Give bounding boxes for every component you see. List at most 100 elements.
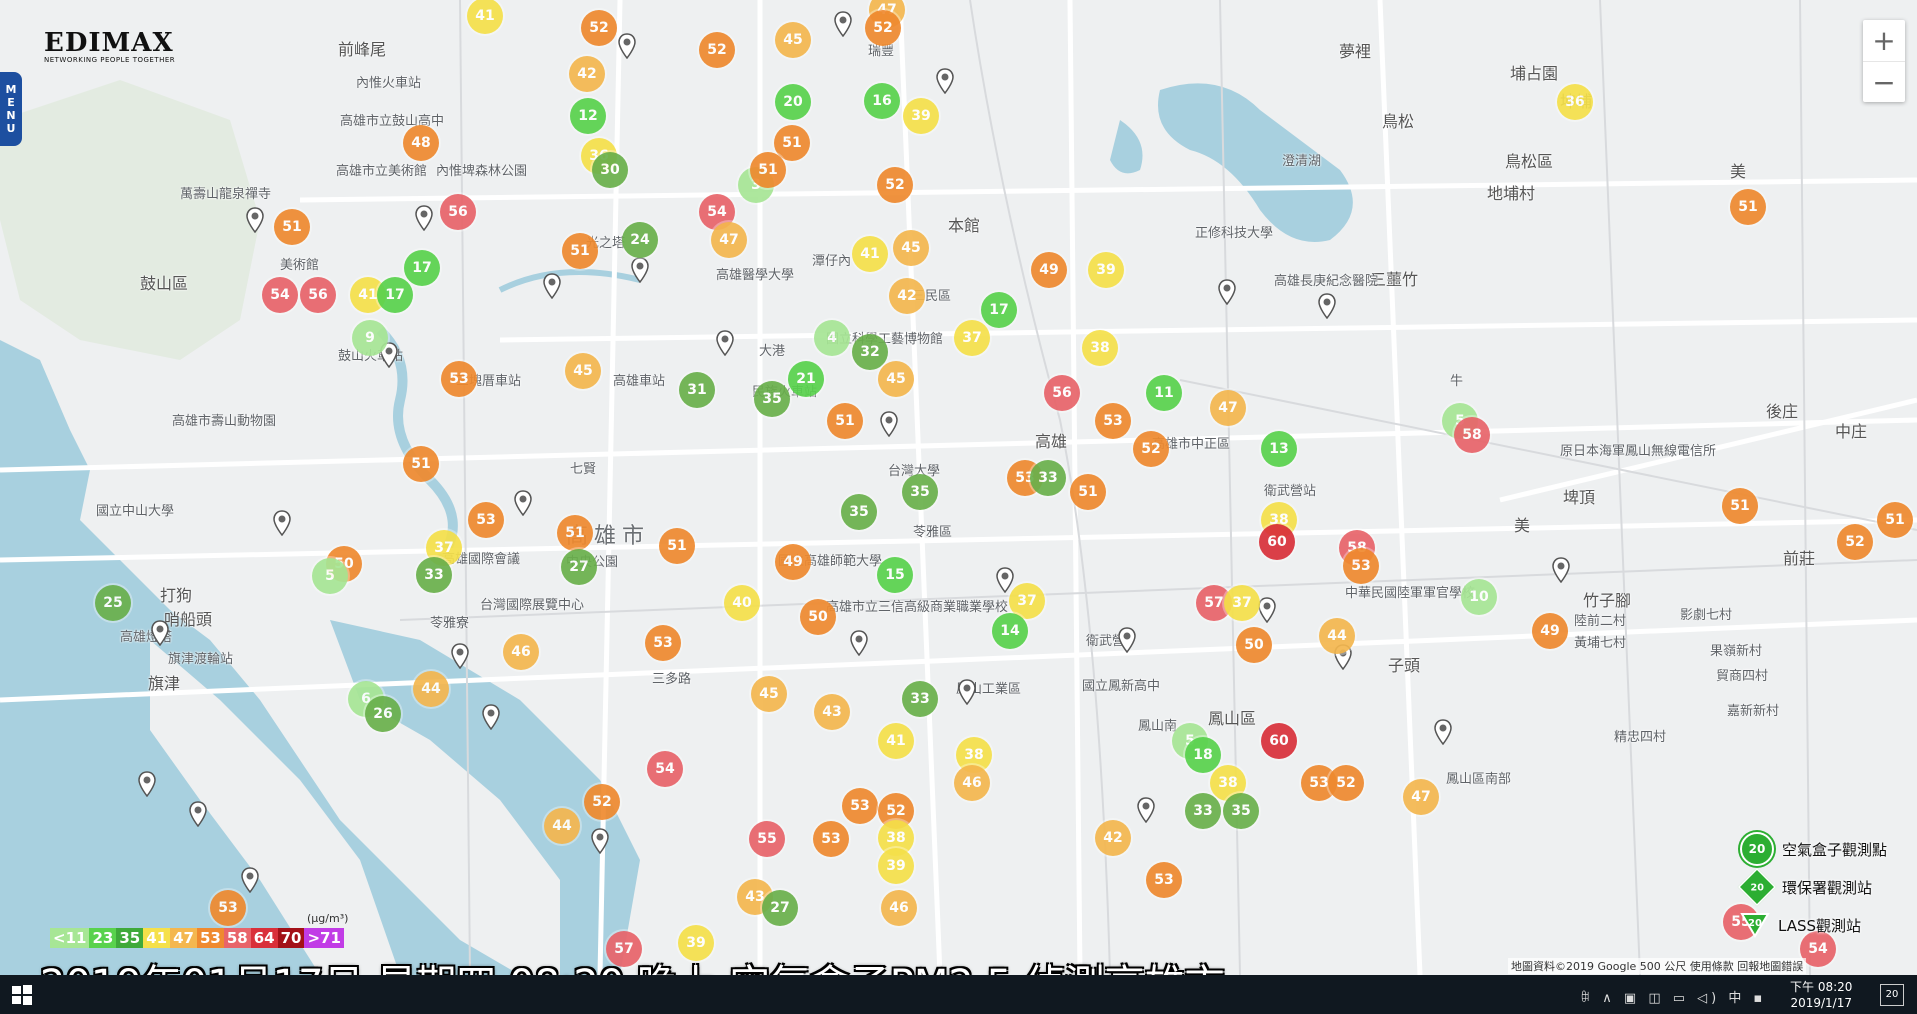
pm25-marker[interactable]: 33 — [1030, 460, 1066, 496]
pm25-marker[interactable]: 45 — [878, 361, 914, 397]
lass-pin-icon[interactable] — [241, 867, 259, 894]
pm25-marker[interactable]: 35 — [1223, 793, 1259, 829]
pm25-marker[interactable]: 42 — [1095, 820, 1131, 856]
pm25-marker[interactable]: 47 — [1210, 390, 1246, 426]
lass-pin-icon[interactable] — [543, 273, 561, 300]
pm25-marker[interactable]: 52 — [1837, 524, 1873, 560]
pm25-marker[interactable]: 45 — [775, 22, 811, 58]
pm25-marker[interactable]: 53 — [1146, 862, 1182, 898]
lass-pin-icon[interactable] — [514, 490, 532, 517]
pm25-marker[interactable]: 9 — [352, 320, 388, 356]
pm25-marker[interactable]: 21 — [788, 361, 824, 397]
pm25-marker[interactable]: 41 — [878, 723, 914, 759]
lass-pin-icon[interactable] — [850, 630, 868, 657]
pm25-marker[interactable]: 36 — [1557, 84, 1593, 120]
pm25-marker[interactable]: 52 — [865, 10, 901, 46]
pm25-marker[interactable]: 58 — [1454, 417, 1490, 453]
pm25-marker[interactable]: 44 — [1319, 618, 1355, 654]
pm25-marker[interactable]: 33 — [902, 681, 938, 717]
lass-pin-icon[interactable] — [834, 11, 852, 38]
pm25-marker[interactable]: 18 — [1185, 737, 1221, 773]
pm25-marker[interactable]: 51 — [659, 528, 695, 564]
lass-pin-icon[interactable] — [936, 68, 954, 95]
pm25-marker[interactable]: 60 — [1261, 723, 1297, 759]
lass-pin-icon[interactable] — [451, 643, 469, 670]
menu-tab[interactable]: MENU — [0, 72, 22, 146]
lass-pin-icon[interactable] — [273, 510, 291, 537]
pm25-marker[interactable]: 48 — [403, 125, 439, 161]
pm25-marker[interactable]: 27 — [561, 549, 597, 585]
pm25-marker[interactable]: 53 — [645, 625, 681, 661]
pm25-marker[interactable]: 38 — [1082, 330, 1118, 366]
pm25-marker[interactable]: 33 — [416, 557, 452, 593]
pm25-marker[interactable]: 50 — [1236, 627, 1272, 663]
pm25-marker[interactable]: 13 — [1261, 431, 1297, 467]
lass-pin-icon[interactable] — [1218, 279, 1236, 306]
pm25-marker[interactable]: 43 — [814, 694, 850, 730]
lass-pin-icon[interactable] — [151, 620, 169, 647]
pm25-marker[interactable]: 60 — [1259, 524, 1295, 560]
pm25-marker[interactable]: 39 — [1088, 252, 1124, 288]
pm25-marker[interactable]: 45 — [893, 230, 929, 266]
pm25-marker[interactable]: 52 — [699, 32, 735, 68]
pm25-marker[interactable]: 11 — [1146, 375, 1182, 411]
notification-icon[interactable]: 20 — [1880, 984, 1904, 1006]
pm25-marker[interactable]: 5 — [312, 558, 348, 594]
pm25-marker[interactable]: 49 — [775, 544, 811, 580]
pm25-marker[interactable]: 53 — [210, 890, 246, 926]
pm25-marker[interactable]: 32 — [852, 334, 888, 370]
pm25-marker[interactable]: 31 — [679, 372, 715, 408]
taskbar-clock[interactable]: 下午 08:20 2019/1/17 — [1790, 979, 1852, 1011]
pm25-marker[interactable]: 51 — [827, 403, 863, 439]
lass-pin-icon[interactable] — [189, 801, 207, 828]
pm25-marker[interactable]: 35 — [754, 381, 790, 417]
pm25-marker[interactable]: 47 — [711, 222, 747, 258]
pm25-marker[interactable]: 53 — [468, 502, 504, 538]
pm25-marker[interactable]: 16 — [864, 83, 900, 119]
pm25-marker[interactable]: 51 — [1877, 502, 1913, 538]
pm25-marker[interactable]: 30 — [592, 152, 628, 188]
pm25-marker[interactable]: 20 — [775, 84, 811, 120]
pm25-marker[interactable]: 46 — [881, 890, 917, 926]
pm25-marker[interactable]: 54 — [647, 751, 683, 787]
pm25-marker[interactable]: 54 — [262, 277, 298, 313]
lass-pin-icon[interactable] — [246, 207, 264, 234]
map-canvas[interactable]: 鼓山區 前峰尾 萬壽山龍泉禪寺 內惟火車站 高雄市立美術館 內惟埤森林公園 鼓山火車站 三塊厝… — [0, 0, 1917, 975]
pm25-marker[interactable]: 49 — [1532, 613, 1568, 649]
pm25-marker[interactable]: 12 — [570, 98, 606, 134]
pm25-marker[interactable]: 51 — [1722, 488, 1758, 524]
pm25-marker[interactable]: 33 — [1185, 793, 1221, 829]
pm25-marker[interactable]: 51 — [750, 152, 786, 188]
pm25-marker[interactable]: 17 — [981, 292, 1017, 328]
pm25-marker[interactable]: 56 — [440, 194, 476, 230]
pm25-marker[interactable]: 46 — [954, 765, 990, 801]
lass-pin-icon[interactable] — [1137, 797, 1155, 824]
pm25-marker[interactable]: 17 — [377, 277, 413, 313]
pm25-marker[interactable]: 55 — [749, 821, 785, 857]
pm25-marker[interactable]: 44 — [413, 671, 449, 707]
pm25-marker[interactable]: 10 — [1461, 579, 1497, 615]
pm25-marker[interactable]: 46 — [503, 634, 539, 670]
pm25-marker[interactable]: 37 — [1224, 585, 1260, 621]
system-tray[interactable]: ꆊ ∧ ▣ ◫ ▭ ◁) 中 ▪ — [1580, 987, 1766, 1006]
pm25-marker[interactable]: 50 — [800, 599, 836, 635]
pm25-marker[interactable]: 51 — [562, 233, 598, 269]
windows-start-icon[interactable] — [12, 985, 32, 1005]
pm25-marker[interactable]: 51 — [274, 209, 310, 245]
pm25-marker[interactable]: 52 — [877, 167, 913, 203]
pm25-marker[interactable]: 15 — [877, 557, 913, 593]
pm25-marker[interactable]: 39 — [878, 848, 914, 884]
pm25-marker[interactable]: 53 — [1343, 548, 1379, 584]
pm25-marker[interactable]: 51 — [1070, 474, 1106, 510]
lass-pin-icon[interactable] — [716, 330, 734, 357]
pm25-marker[interactable]: 56 — [1044, 375, 1080, 411]
pm25-marker[interactable]: 45 — [565, 353, 601, 389]
pm25-marker[interactable]: 4 — [814, 320, 850, 356]
lass-pin-icon[interactable] — [1552, 557, 1570, 584]
pm25-marker[interactable]: 37 — [954, 320, 990, 356]
lass-pin-icon[interactable] — [618, 33, 636, 60]
pm25-marker[interactable]: 53 — [813, 821, 849, 857]
pm25-marker[interactable]: 24 — [622, 222, 658, 258]
lass-pin-icon[interactable] — [1434, 719, 1452, 746]
lass-pin-icon[interactable] — [1118, 627, 1136, 654]
